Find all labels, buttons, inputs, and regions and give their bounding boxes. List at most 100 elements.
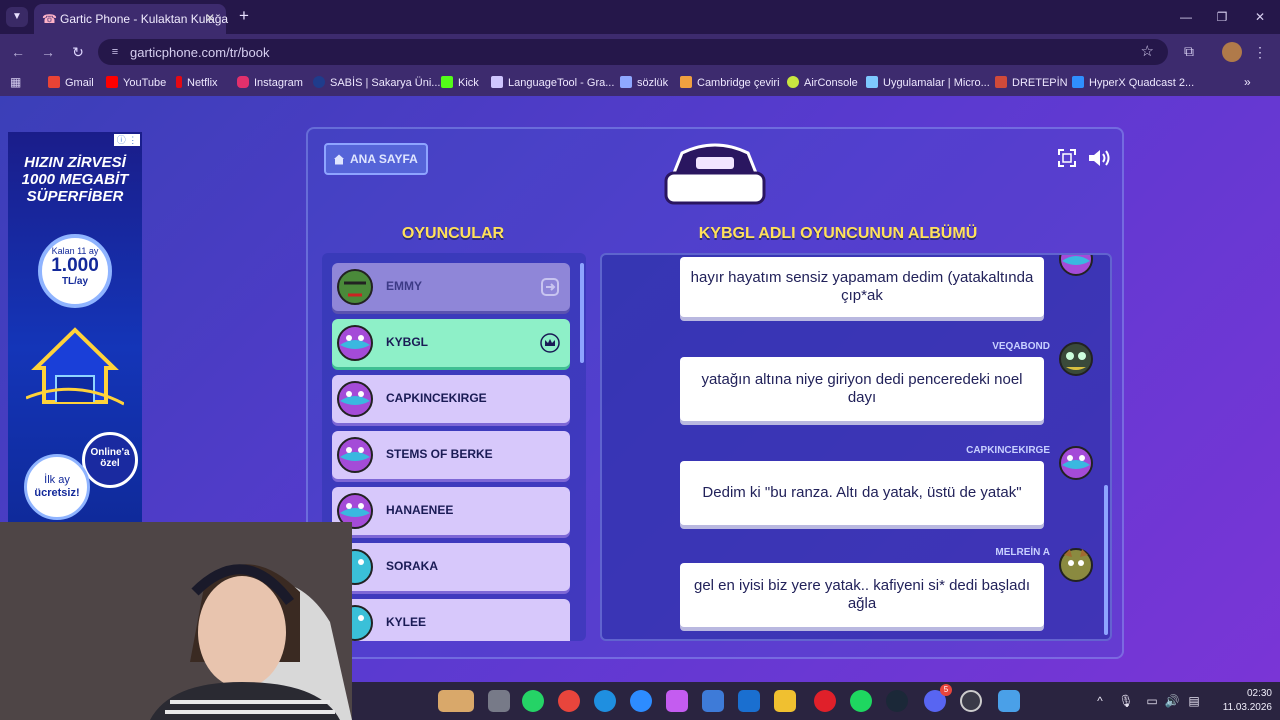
album-message-text: yatağın altına niye giriyon dedi pencere… bbox=[701, 371, 1023, 406]
task-view-icon[interactable] bbox=[488, 690, 510, 712]
volume-icon[interactable]: 🔊 bbox=[1164, 693, 1180, 709]
discord-icon[interactable]: 5 bbox=[924, 684, 952, 712]
widgets-icon[interactable] bbox=[438, 690, 474, 712]
ad-headline: HIZIN ZİRVESİ 1000 MEGABİT SÜPERFİBER bbox=[21, 154, 129, 205]
opera-icon[interactable] bbox=[814, 690, 836, 712]
player-card-kylee[interactable]: KYLEE bbox=[332, 599, 570, 641]
settings-icon[interactable] bbox=[960, 690, 982, 712]
show-hidden-icons-icon[interactable]: ^ bbox=[1092, 693, 1108, 709]
album-message-1: hayır hayatım sensiz yapamam dedim (yata… bbox=[680, 257, 1044, 317]
address-bar[interactable]: ≡ garticphone.com/tr/book ☆ bbox=[98, 39, 1168, 65]
airconsole-icon bbox=[787, 76, 799, 88]
home-button[interactable]: ANA SAYFA bbox=[324, 143, 428, 175]
avatar-icon bbox=[337, 269, 373, 305]
microsoft-apps-icon bbox=[866, 76, 878, 88]
players-list[interactable]: EMMY KYBGL CAPKINCEKIRGE STEMS OF BERKE … bbox=[322, 253, 586, 641]
player-card-capkincekirge[interactable]: CAPKINCEKIRGE bbox=[332, 375, 570, 423]
album-author: MELREİN A bbox=[995, 547, 1050, 558]
bookmark-cambridge[interactable]: Cambridge çeviri bbox=[680, 75, 780, 91]
restore-button[interactable]: ❐ bbox=[1212, 8, 1232, 26]
album-message-4: gel en iyisi biz yere yatak.. kafiyeni s… bbox=[680, 563, 1044, 627]
more-bookmarks-icon[interactable]: » bbox=[1244, 75, 1251, 89]
url-text[interactable]: garticphone.com/tr/book bbox=[130, 45, 269, 60]
side-advertisement[interactable]: ⓘ ⋮ HIZIN ZİRVESİ 1000 MEGABİT SÜPERFİBE… bbox=[8, 132, 142, 524]
players-title: OYUNCULAR bbox=[401, 225, 505, 242]
bookmark-languagetool[interactable]: LanguageTool - Gra... bbox=[491, 75, 614, 91]
album-scrollbar[interactable] bbox=[1104, 485, 1108, 635]
minimize-button[interactable]: — bbox=[1176, 8, 1196, 26]
bookmark-sabis[interactable]: SABİS | Sakarya Üni... bbox=[313, 75, 440, 91]
album-panel[interactable]: hayır hayatım sensiz yapamam dedim (yata… bbox=[600, 253, 1112, 641]
chrome-icon[interactable] bbox=[558, 690, 580, 712]
fullscreen-icon[interactable] bbox=[1058, 149, 1076, 167]
bookmark-hyperx[interactable]: HyperX Quadcast 2... bbox=[1072, 75, 1194, 91]
new-tab-button[interactable]: + bbox=[236, 7, 252, 24]
bookmark-airconsole[interactable]: AirConsole bbox=[787, 75, 858, 91]
game-container: ANA SAYFA OYUNCULAR KYBGL ADLI OYUNCUNUN… bbox=[306, 127, 1124, 659]
mail-icon[interactable] bbox=[738, 690, 760, 712]
file-explorer-icon[interactable] bbox=[774, 690, 796, 712]
house-icon bbox=[26, 327, 124, 406]
bookmark-label: DRETEPİN bbox=[1012, 77, 1068, 89]
sozluk-icon bbox=[620, 76, 632, 88]
edge-icon[interactable] bbox=[594, 690, 616, 712]
tab-close-icon[interactable]: ✕ bbox=[202, 10, 218, 26]
player-name: KYBGL bbox=[386, 335, 428, 349]
bookmark-netflix[interactable]: Netflix bbox=[176, 75, 218, 91]
bookmark-dretepin[interactable]: DRETEPİN bbox=[995, 75, 1068, 91]
bookmark-microsoft-apps[interactable]: Uygulamalar | Micro... bbox=[866, 75, 990, 91]
ad-price-main: 1.000 bbox=[51, 255, 99, 276]
bookmark-kick[interactable]: Kick bbox=[441, 75, 479, 91]
player-card-soraka[interactable]: SORAKA bbox=[332, 543, 570, 591]
ad-info-icon[interactable]: ⓘ ⋮ bbox=[114, 134, 140, 146]
copilot-icon[interactable] bbox=[666, 690, 688, 712]
ad-free-badge: İlk ay ücretsiz! bbox=[24, 454, 90, 520]
steam-icon[interactable] bbox=[886, 690, 908, 712]
extensions-icon[interactable]: ⧉ bbox=[1180, 42, 1198, 60]
player-name: STEMS OF BERKE bbox=[386, 447, 493, 461]
ad-free-main: ücretsiz! bbox=[34, 487, 80, 499]
bookmark-label: HyperX Quadcast 2... bbox=[1089, 77, 1195, 89]
ad-price-badge: Kalan 11 ay 1.000 TL/ay bbox=[38, 234, 112, 308]
site-info-icon[interactable]: ≡ bbox=[108, 45, 122, 59]
player-card-hanaenee[interactable]: HANAENEE bbox=[332, 487, 570, 535]
back-button[interactable]: ← bbox=[8, 42, 28, 62]
avatar-icon bbox=[1059, 446, 1093, 480]
snipping-tool-icon[interactable] bbox=[998, 690, 1020, 712]
close-window-button[interactable]: ✕ bbox=[1250, 8, 1270, 26]
players-scrollbar[interactable] bbox=[580, 263, 584, 363]
avatar-icon bbox=[1059, 342, 1093, 376]
bookmark-gmail[interactable]: Gmail bbox=[48, 75, 94, 91]
player-card-stems-of-berke[interactable]: STEMS OF BERKE bbox=[332, 431, 570, 479]
bookmark-youtube[interactable]: YouTube bbox=[106, 75, 166, 91]
battery-icon[interactable]: ▤ bbox=[1186, 693, 1202, 709]
languagetool-icon bbox=[491, 76, 503, 88]
forward-button[interactable]: → bbox=[38, 42, 58, 62]
ad-free-top: İlk ay bbox=[44, 474, 70, 486]
system-clock[interactable]: 02:30 11.03.2026 bbox=[1212, 687, 1272, 715]
album-message-text: hayır hayatım sensiz yapamam dedim (yata… bbox=[690, 269, 1034, 304]
bookmark-instagram[interactable]: Instagram bbox=[237, 75, 303, 91]
bookmark-sozluk[interactable]: sözlük bbox=[620, 75, 668, 91]
player-card-kybgl[interactable]: KYBGL bbox=[332, 319, 570, 367]
apps-grid-icon[interactable]: ▦ bbox=[10, 75, 24, 89]
store-icon[interactable] bbox=[702, 690, 724, 712]
whatsapp-icon[interactable] bbox=[522, 690, 544, 712]
spotify-icon[interactable] bbox=[850, 690, 872, 712]
network-icon[interactable]: ▭ bbox=[1144, 693, 1160, 709]
zoom-icon[interactable] bbox=[630, 690, 652, 712]
bookmark-label: AirConsole bbox=[804, 77, 858, 89]
player-card-emmy[interactable]: EMMY bbox=[332, 263, 570, 311]
tab-strip: ▼ ☎ Gartic Phone - Kulaktan Kulağa ✕ + —… bbox=[0, 0, 1280, 34]
player-name: CAPKINCEKIRGE bbox=[386, 391, 487, 405]
speaker-icon[interactable] bbox=[1088, 149, 1112, 167]
bookmark-star-icon[interactable]: ☆ bbox=[1141, 43, 1154, 61]
browser-menu-icon[interactable]: ⋮ bbox=[1252, 42, 1268, 62]
microphone-icon[interactable]: 🎙 bbox=[1118, 693, 1134, 709]
ad-online-badge: Online'a özel bbox=[82, 432, 138, 488]
reload-button[interactable]: ↻ bbox=[68, 42, 88, 62]
tab-search-button[interactable]: ▼ bbox=[6, 7, 28, 27]
tab-gartic-phone[interactable]: ☎ Gartic Phone - Kulaktan Kulağa ✕ bbox=[34, 4, 228, 34]
bookmark-label: Kick bbox=[458, 77, 479, 89]
profile-avatar[interactable] bbox=[1222, 42, 1242, 62]
